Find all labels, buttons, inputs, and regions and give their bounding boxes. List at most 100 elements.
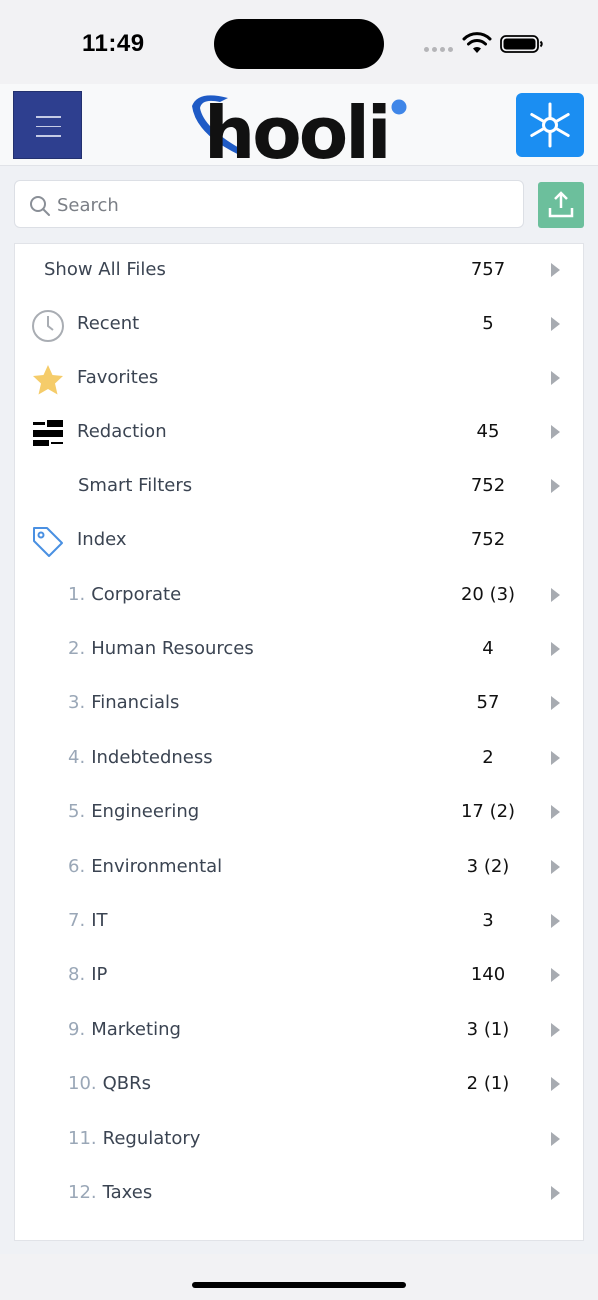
index-label: Corporate — [91, 584, 182, 605]
index-number: 4. — [68, 747, 86, 768]
index-number: 9. — [68, 1019, 86, 1040]
home-indicator[interactable] — [192, 1282, 406, 1288]
list-item-count: 45 — [476, 421, 500, 442]
file-list-panel: Show All Files 757 Recent 5 Favorites Re… — [14, 243, 584, 1241]
index-count: 3 (1) — [466, 1019, 510, 1040]
index-label: Environmental — [91, 856, 223, 877]
list-item-label: Redaction — [77, 421, 167, 442]
upload-button[interactable] — [538, 182, 584, 228]
settings-button[interactable] — [516, 93, 584, 157]
status-time: 11:49 — [82, 30, 145, 57]
index-item-qbrs[interactable]: 10. QBRs 2 (1) — [15, 1058, 583, 1112]
logo-text: hooli — [204, 91, 389, 164]
list-item-count: 757 — [470, 259, 506, 280]
chevron-right-icon — [551, 425, 560, 439]
home-indicator-area — [0, 1254, 598, 1300]
index-count: 2 — [482, 747, 494, 768]
status-bar: 11:49 — [0, 0, 598, 84]
index-label: Taxes — [102, 1182, 153, 1203]
list-item-count: 752 — [470, 475, 506, 496]
chevron-right-icon — [551, 642, 560, 656]
list-item-index[interactable]: Index 752 — [15, 514, 583, 568]
signal-dots-icon — [424, 47, 453, 52]
list-item-recent[interactable]: Recent 5 — [15, 298, 583, 352]
snowflake-settings-icon — [530, 102, 570, 148]
index-number: 1. — [68, 584, 86, 605]
chevron-right-icon — [551, 696, 560, 710]
chevron-right-icon — [551, 805, 560, 819]
clock-icon — [32, 310, 64, 342]
index-label: Regulatory — [102, 1128, 201, 1149]
index-item-ip[interactable]: 8. IP 140 — [15, 949, 583, 1003]
index-count: 20 (3) — [460, 584, 516, 605]
battery-icon — [500, 35, 543, 53]
hamburger-icon — [36, 116, 61, 137]
tag-icon — [33, 527, 63, 557]
index-label: Financials — [91, 692, 180, 713]
list-item-label: Show All Files — [44, 259, 166, 280]
index-item-taxes[interactable]: 12. Taxes — [15, 1167, 583, 1221]
index-label: Human Resources — [91, 638, 254, 659]
chevron-right-icon — [551, 860, 560, 874]
index-count: 2 (1) — [466, 1073, 510, 1094]
index-label: Marketing — [91, 1019, 181, 1040]
index-label: IT — [91, 910, 108, 931]
search-icon — [30, 196, 50, 216]
index-count: 140 — [470, 964, 506, 985]
index-count: 57 — [476, 692, 500, 713]
chevron-right-icon — [551, 371, 560, 385]
index-number: 12. — [68, 1182, 97, 1203]
menu-button[interactable] — [13, 91, 82, 159]
index-item-it[interactable]: 7. IT 3 — [15, 895, 583, 949]
list-item-favorites[interactable]: Favorites — [15, 352, 583, 406]
list-item-show-all-files[interactable]: Show All Files 757 — [15, 244, 583, 298]
chevron-right-icon — [551, 751, 560, 765]
redaction-icon — [33, 420, 63, 446]
index-number: 11. — [68, 1128, 97, 1149]
index-number: 8. — [68, 964, 86, 985]
upload-icon — [548, 191, 574, 218]
hooli-logo: hooli — [192, 91, 407, 164]
chevron-right-icon — [551, 968, 560, 982]
search-input[interactable] — [57, 190, 507, 220]
index-count: 17 (2) — [460, 801, 516, 822]
list-item-redaction[interactable]: Redaction 45 — [15, 406, 583, 460]
list-item-count: 5 — [482, 313, 494, 334]
index-item-indebtedness[interactable]: 4. Indebtedness 2 — [15, 732, 583, 786]
index-number: 10. — [68, 1073, 97, 1094]
index-label: QBRs — [102, 1073, 152, 1094]
chevron-right-icon — [551, 317, 560, 331]
wifi-icon — [462, 32, 492, 53]
dynamic-island — [214, 19, 384, 69]
chevron-right-icon — [551, 1077, 560, 1091]
index-item-human-resources[interactable]: 2. Human Resources 4 — [15, 623, 583, 677]
list-item-count: 752 — [470, 529, 506, 550]
list-item-smart-filters[interactable]: Smart Filters 752 — [15, 460, 583, 514]
index-item-financials[interactable]: 3. Financials 57 — [15, 677, 583, 731]
index-number: 7. — [68, 910, 86, 931]
index-item-marketing[interactable]: 9. Marketing 3 (1) — [15, 1004, 583, 1058]
chevron-right-icon — [551, 1023, 560, 1037]
star-icon — [33, 365, 63, 395]
list-item-label: Favorites — [77, 367, 159, 388]
index-number: 3. — [68, 692, 86, 713]
index-count: 3 (2) — [466, 856, 510, 877]
index-count: 3 — [482, 910, 494, 931]
index-number: 2. — [68, 638, 86, 659]
search-box — [14, 180, 524, 228]
index-item-regulatory[interactable]: 11. Regulatory — [15, 1113, 583, 1167]
list-item-label: Index — [77, 529, 127, 550]
index-count: 4 — [482, 638, 494, 659]
index-item-corporate[interactable]: 1. Corporate 20 (3) — [15, 569, 583, 623]
chevron-right-icon — [551, 479, 560, 493]
list-item-label: Recent — [77, 313, 140, 334]
chevron-right-icon — [551, 588, 560, 602]
chevron-right-icon — [551, 1186, 560, 1200]
index-item-engineering[interactable]: 5. Engineering 17 (2) — [15, 786, 583, 840]
index-item-environmental[interactable]: 6. Environmental 3 (2) — [15, 841, 583, 895]
index-label: Indebtedness — [91, 747, 213, 768]
chevron-right-icon — [551, 914, 560, 928]
chevron-right-icon — [551, 263, 560, 277]
app-header: hooli — [0, 84, 598, 166]
index-label: Engineering — [91, 801, 200, 822]
